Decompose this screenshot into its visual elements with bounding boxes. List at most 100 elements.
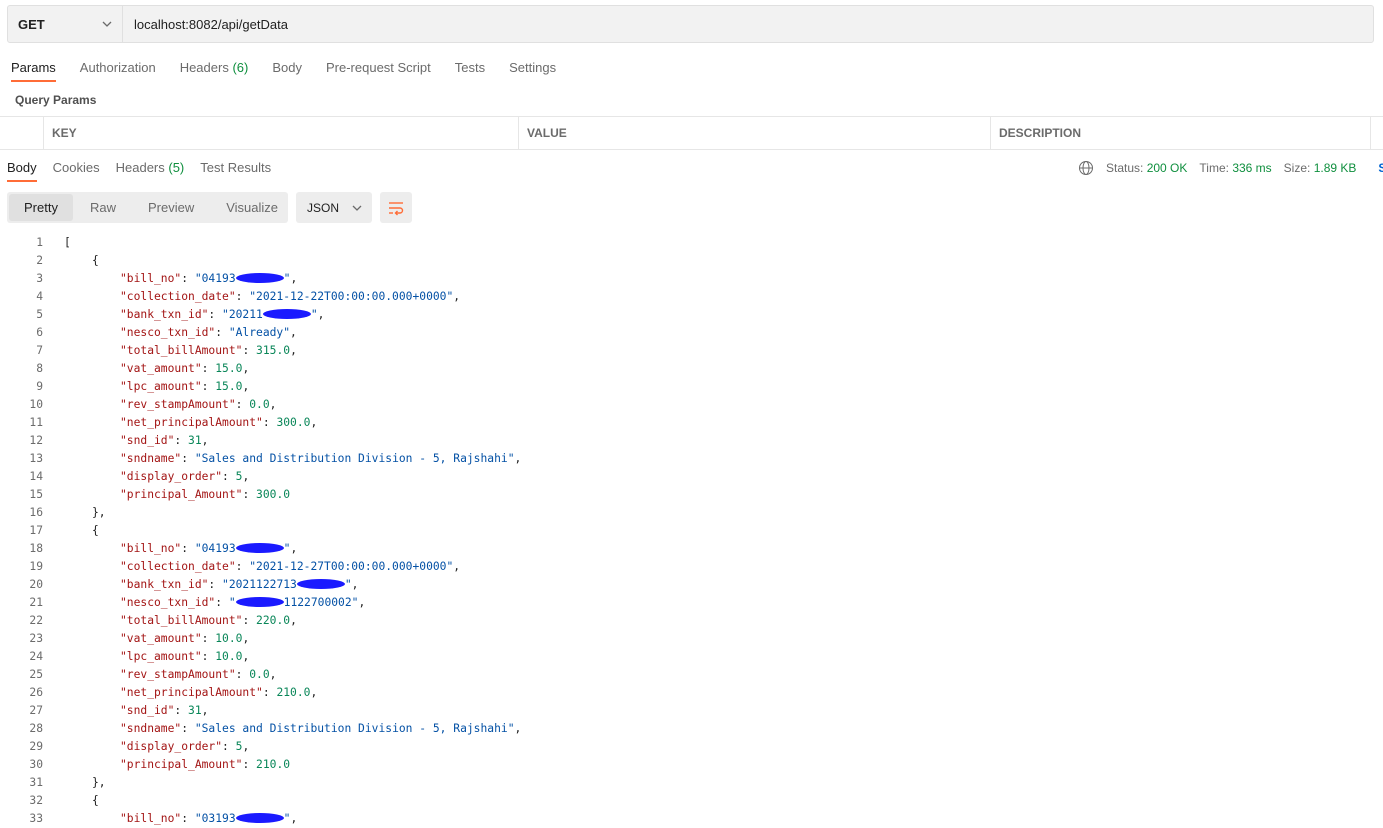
code-token: : (201, 380, 216, 393)
response-tab-test-results[interactable]: Test Results (200, 158, 271, 182)
code-token: , (453, 290, 461, 303)
code-token: : (181, 812, 195, 825)
code-text: "display_order": 5, (120, 468, 249, 486)
code-text: "total_billAmount": 220.0, (120, 612, 297, 630)
code-token: 210.0 (256, 758, 291, 771)
code-token: 300.0 (256, 488, 291, 501)
code-line: 27 "snd_id": 31, (0, 702, 1383, 720)
tab-label: Body (272, 60, 302, 75)
code-token: : (235, 668, 250, 681)
line-number: 10 (29, 398, 43, 411)
response-tab-headers[interactable]: Headers (5) (116, 158, 185, 182)
code-token: "rev_stampAmount" (120, 398, 236, 411)
code-text: "total_billAmount": 315.0, (120, 342, 297, 360)
chevron-down-icon (102, 21, 112, 27)
tab-tests[interactable]: Tests (455, 58, 485, 82)
column-description: DESCRIPTION (990, 117, 1370, 149)
code-text: { (92, 252, 99, 270)
tab-label: Params (11, 60, 56, 75)
code-line: 18 "bill_no": "04193 ", (0, 540, 1383, 558)
code-token: 220.0 (256, 614, 291, 627)
code-token: }, (92, 776, 106, 789)
wrap-lines-button[interactable] (380, 192, 412, 223)
code-token: : (181, 272, 195, 285)
code-line: 23 "vat_amount": 10.0, (0, 630, 1383, 648)
view-visualize-button[interactable]: Visualize (211, 194, 293, 221)
code-token: : (208, 578, 223, 591)
code-token: "bank_txn_id" (120, 578, 209, 591)
method-select[interactable]: GET (8, 6, 123, 42)
line-number: 25 (29, 668, 43, 681)
view-pretty-button[interactable]: Pretty (9, 194, 73, 221)
tab-body[interactable]: Body (272, 58, 302, 82)
globe-icon[interactable] (1078, 160, 1094, 176)
line-number: 19 (29, 560, 43, 573)
code-token: "04193 (194, 272, 236, 285)
response-tab-cookies[interactable]: Cookies (53, 158, 100, 182)
code-token: , (290, 614, 297, 627)
code-token: " (344, 578, 352, 591)
format-select[interactable]: JSON (296, 192, 372, 223)
save-response-button[interactable]: Sa (1378, 161, 1383, 175)
code-token: 300.0 (276, 416, 311, 429)
code-line: 29 "display_order": 5, (0, 738, 1383, 756)
code-token: "display_order" (120, 740, 223, 753)
line-number: 33 (29, 812, 43, 825)
line-number: 16 (29, 506, 43, 519)
code-line: 7 "total_billAmount": 315.0, (0, 342, 1383, 360)
tab-headers[interactable]: Headers (6) (180, 58, 249, 82)
code-token: "bill_no" (120, 272, 182, 285)
code-token: { (92, 254, 99, 267)
line-number: 24 (29, 650, 43, 663)
code-text: "bill_no": "03193 ", (120, 810, 297, 828)
tab-pre-request-script[interactable]: Pre-request Script (326, 58, 431, 82)
code-text: "rev_stampAmount": 0.0, (120, 666, 276, 684)
code-token: "04193 (194, 542, 236, 555)
code-token: "vat_amount" (120, 632, 202, 645)
code-line: 8 "vat_amount": 15.0, (0, 360, 1383, 378)
code-text: "principal_Amount": 210.0 (120, 756, 290, 774)
code-text: { (92, 792, 99, 810)
code-text: "collection_date": "2021-12-27T00:00:00.… (120, 558, 460, 576)
redaction-scribble (235, 813, 284, 823)
code-text: "sndname": "Sales and Distribution Divis… (120, 450, 521, 468)
response-body-editor[interactable]: 1[2{3 "bill_no": "04193 ", 4 "collection_dat… (0, 234, 1383, 828)
code-token: , (358, 596, 366, 609)
code-token: , (317, 308, 325, 321)
tab-settings[interactable]: Settings (509, 58, 556, 82)
code-token: "net_principalAmount" (120, 686, 263, 699)
code-token: "principal_Amount" (120, 758, 243, 771)
line-number: 11 (29, 416, 43, 429)
tab-label: Pre-request Script (325, 60, 431, 75)
response-tab-body[interactable]: Body (7, 158, 37, 182)
line-number: 23 (29, 632, 43, 645)
status-label: Status: (1106, 161, 1144, 175)
code-token: 315.0 (256, 344, 291, 357)
line-number: 9 (36, 380, 43, 393)
request-bar: GET localhost:8082/api/getData (7, 5, 1374, 43)
line-number: 22 (29, 614, 43, 627)
view-raw-button[interactable]: Raw (75, 194, 131, 221)
url-input[interactable]: localhost:8082/api/getData (134, 6, 288, 42)
code-token: "bank_txn_id" (120, 308, 209, 321)
code-token: "03193 (194, 812, 236, 825)
size-label: Size: (1283, 161, 1311, 175)
tab-params[interactable]: Params (11, 58, 56, 82)
code-token: , (242, 650, 250, 663)
code-token: , (514, 722, 522, 735)
tab-authorization[interactable]: Authorization (80, 58, 156, 82)
code-token: : (235, 290, 250, 303)
code-token: "collection_date" (120, 290, 236, 303)
code-token: "principal_Amount" (120, 488, 243, 501)
column-actions[interactable] (1370, 117, 1383, 149)
code-text: "display_order": 5, (120, 738, 249, 756)
code-token: , (351, 578, 359, 591)
code-text: "nesco_txn_id": "Already", (120, 324, 297, 342)
code-token: "nesco_txn_id" (120, 596, 216, 609)
view-preview-button[interactable]: Preview (133, 194, 209, 221)
code-token: "collection_date" (120, 560, 236, 573)
code-token: 10.0 (215, 650, 243, 663)
code-line: 14 "display_order": 5, (0, 468, 1383, 486)
code-line: 21 "nesco_txn_id": " 1122700002", (0, 594, 1383, 612)
code-token: { (92, 524, 99, 537)
